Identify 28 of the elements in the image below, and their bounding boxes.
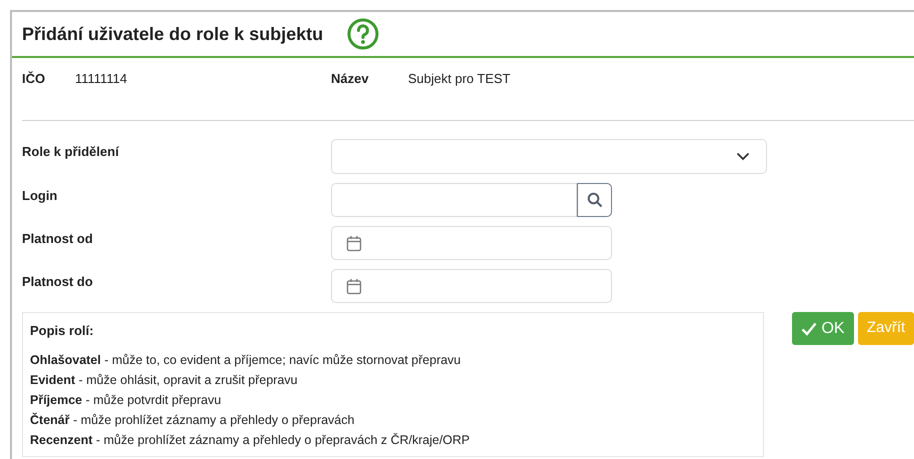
help-icon[interactable] — [347, 18, 380, 50]
chevron-down-icon — [736, 152, 750, 161]
search-icon — [586, 192, 602, 208]
field-label: Platnost do — [22, 273, 94, 291]
check-icon — [801, 322, 818, 336]
search-button[interactable] — [577, 183, 612, 217]
field-label: Role k přidělení — [22, 143, 120, 161]
role-select[interactable] — [331, 139, 767, 174]
date-input[interactable] — [331, 269, 612, 303]
roles-help-title: Popis rolí: — [30, 322, 95, 340]
ico-label: IČO — [22, 70, 46, 88]
role-description: Evident - může ohlásit, opravit a zrušit přepravu — [30, 372, 298, 389]
field-label: Platnost od — [22, 230, 94, 248]
ico-value: 11111114 — [75, 70, 128, 88]
login-input[interactable] — [331, 183, 577, 217]
name-value: Subjekt pro TEST — [408, 70, 510, 88]
role-description: Příjemce - může potvrdit přepravu — [30, 392, 222, 409]
ok-button[interactable]: OK — [792, 312, 854, 345]
role-description: Ohlašovatel - může to, co evident a příjemce; navíc může stornovat přepravu — [30, 352, 462, 369]
dialog-title: Přidání uživatele do role k subjektu — [22, 22, 324, 46]
role-description: Recenzent - může prohlížet záznamy a přehledy o přepravách z ČR/kraje/ORP — [30, 432, 471, 449]
calendar-icon — [346, 234, 362, 252]
field-label: Login — [22, 187, 58, 205]
calendar-icon — [346, 278, 362, 294]
role-description: Čtenář - může prohlížet záznamy a přehledy o přepravách — [30, 412, 356, 429]
close-button[interactable]: Zavřít — [858, 312, 914, 345]
date-input[interactable] — [331, 226, 612, 260]
name-label: Název — [331, 70, 370, 88]
